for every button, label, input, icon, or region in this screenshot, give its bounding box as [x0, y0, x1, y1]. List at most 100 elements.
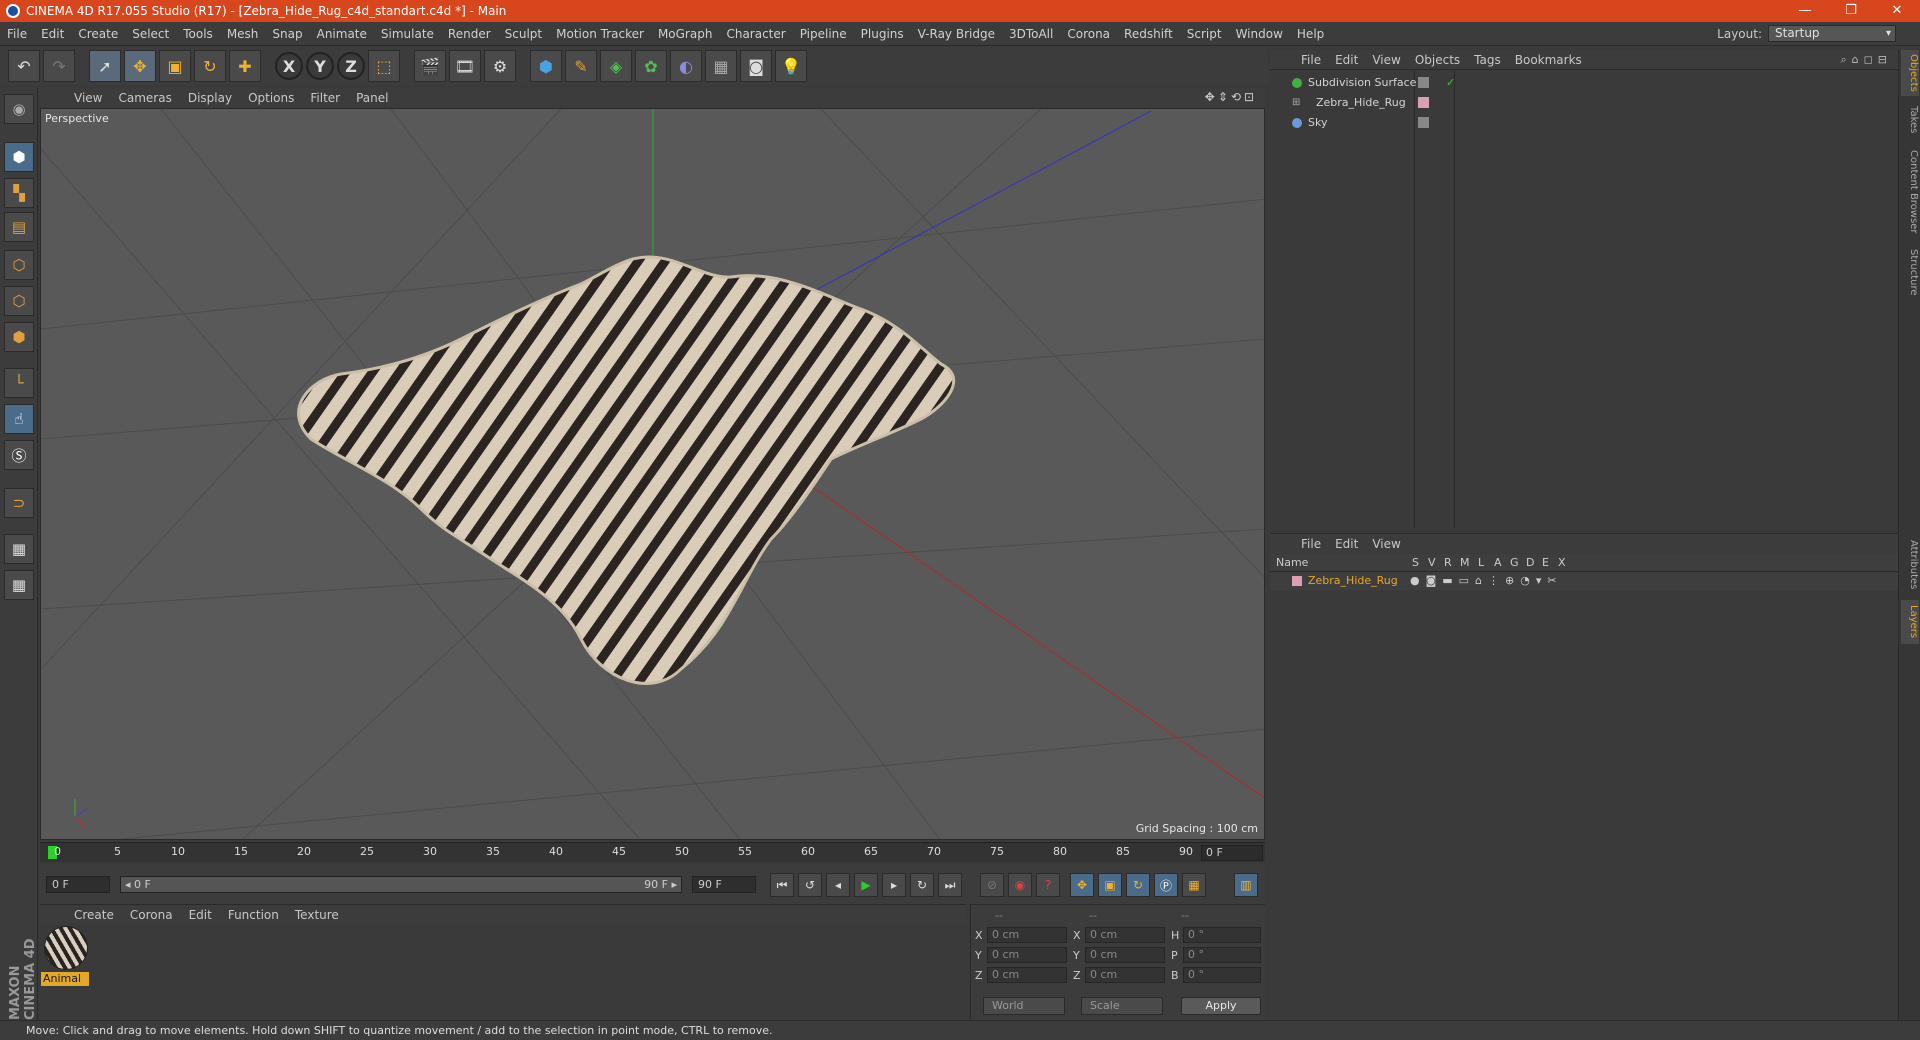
object-menu-tags[interactable]: Tags	[1467, 53, 1508, 67]
tab-structure[interactable]: Structure	[1901, 244, 1919, 300]
array-icon[interactable]: ✿	[635, 50, 667, 82]
object-menu-edit[interactable]: Edit	[1328, 53, 1365, 67]
keyframe-selection-icon[interactable]: ?	[1036, 873, 1060, 897]
menu-file[interactable]: File	[0, 27, 34, 41]
coordinate-space-dropdown[interactable]: World	[983, 997, 1065, 1015]
material-name[interactable]: Animal	[41, 972, 89, 986]
model-mode-icon[interactable]: ⬢	[4, 142, 34, 172]
menu-snap[interactable]: Snap	[265, 27, 309, 41]
points-mode-icon[interactable]: ⬡	[4, 250, 34, 280]
workplane-icon[interactable]: ▤	[4, 212, 34, 242]
key-rotation-icon[interactable]: ↻	[1126, 873, 1150, 897]
material-menu-function[interactable]: Function	[220, 908, 287, 922]
go-to-start-icon[interactable]: ⏮	[770, 873, 794, 897]
layer-color-swatch[interactable]	[1292, 576, 1302, 586]
menu-mesh[interactable]: Mesh	[220, 27, 266, 41]
layout-dropdown[interactable]: Startup	[1768, 25, 1896, 42]
edit-render-toggle-icon[interactable]	[1418, 117, 1429, 128]
menu-redshift[interactable]: Redshift	[1117, 27, 1180, 41]
material-menu-texture[interactable]: Texture	[287, 908, 347, 922]
make-editable-icon[interactable]: ◉	[4, 94, 34, 124]
previous-frame-icon[interactable]: ◂	[826, 873, 850, 897]
menu-help[interactable]: Help	[1290, 27, 1331, 41]
rotation-b-field[interactable]: 0 °	[1183, 967, 1261, 983]
size-mode-dropdown[interactable]: Scale	[1081, 997, 1163, 1015]
viewport-menu-display[interactable]: Display	[180, 91, 240, 105]
menu-animate[interactable]: Animate	[310, 27, 374, 41]
render-picture-viewer-icon[interactable]: 🎞	[449, 50, 481, 82]
layer-name[interactable]: Zebra_Hide_Rug	[1308, 574, 1398, 587]
menu-motion-tracker[interactable]: Motion Tracker	[549, 27, 651, 41]
camera-icon[interactable]: ◙	[740, 50, 772, 82]
position-z-field[interactable]: 0 cm	[987, 967, 1067, 983]
minimize-button[interactable]: —	[1782, 0, 1828, 22]
object-manager-tool-icons[interactable]: ⌕⌂◻⊟	[1841, 53, 1893, 67]
light-icon[interactable]: 💡	[775, 50, 807, 82]
coordinate-system-icon[interactable]: ⬚	[368, 50, 400, 82]
render-view-icon[interactable]: 🎬	[414, 50, 446, 82]
viewport-menu-options[interactable]: Options	[240, 91, 302, 105]
floor-icon[interactable]: ▦	[705, 50, 737, 82]
key-scale-icon[interactable]: ▣	[1098, 873, 1122, 897]
subdivision-icon[interactable]: ◈	[600, 50, 632, 82]
polygons-mode-icon[interactable]: ⬢	[4, 322, 34, 352]
next-frame-icon[interactable]: ▸	[882, 873, 906, 897]
object-row-sky[interactable]: Sky	[1270, 113, 1898, 133]
layer-menu-view[interactable]: View	[1365, 537, 1407, 551]
zebra-rug-model[interactable]	[297, 255, 956, 685]
material-preview[interactable]	[44, 926, 88, 970]
menu-tools[interactable]: Tools	[176, 27, 220, 41]
size-y-field[interactable]: 0 cm	[1085, 947, 1165, 963]
menu-script[interactable]: Script	[1180, 27, 1229, 41]
viewport-menu-cameras[interactable]: Cameras	[110, 91, 179, 105]
expand-icon[interactable]: ⊞	[1292, 93, 1300, 113]
rotation-p-field[interactable]: 0 °	[1183, 947, 1261, 963]
key-position-icon[interactable]: ✥	[1070, 873, 1094, 897]
previous-key-icon[interactable]: ↺	[798, 873, 822, 897]
object-menu-objects[interactable]: Objects	[1408, 53, 1467, 67]
record-keys-icon[interactable]: ⊘	[980, 873, 1004, 897]
cube-icon[interactable]: ⬢	[530, 50, 562, 82]
size-z-field[interactable]: 0 cm	[1085, 967, 1165, 983]
layer-toggle-icons[interactable]: ●◙▬▭⌂⋮⊕◔▾✂	[1410, 574, 1563, 587]
pen-icon[interactable]: ✎	[565, 50, 597, 82]
menu-3dtoall[interactable]: 3DToAll	[1002, 27, 1060, 41]
rotation-h-field[interactable]: 0 °	[1183, 927, 1261, 943]
deformer-icon[interactable]: ◐	[670, 50, 702, 82]
tab-content-browser[interactable]: Content Browser	[1901, 144, 1919, 240]
perspective-viewport[interactable]: Perspective Grid Spacing : 100 cm	[40, 108, 1265, 840]
layer-row-zebra-hide-rug[interactable]: Zebra_Hide_Rug ●◙▬▭⌂⋮⊕◔▾✂	[1270, 572, 1898, 590]
tab-objects[interactable]: Objects	[1901, 50, 1919, 96]
axis-mode-icon[interactable]: └	[4, 368, 34, 398]
live-selection-icon[interactable]: ➚	[89, 50, 121, 82]
z-axis-icon[interactable]: Z	[337, 52, 365, 80]
menu-corona[interactable]: Corona	[1060, 27, 1117, 41]
go-to-end-icon[interactable]: ⏭	[938, 873, 962, 897]
magnet-icon[interactable]: ⊃	[4, 488, 34, 518]
viewport-menu-filter[interactable]: Filter	[302, 91, 348, 105]
menu-pipeline[interactable]: Pipeline	[793, 27, 854, 41]
grid-snap-icon[interactable]: ▦	[4, 570, 34, 600]
object-row-subdivision-surface[interactable]: Subdivision Surface ✓	[1270, 73, 1898, 93]
menu-vray-bridge[interactable]: V-Ray Bridge	[911, 27, 1002, 41]
menu-edit[interactable]: Edit	[34, 27, 71, 41]
material-menu-create[interactable]: Create	[66, 908, 122, 922]
scale-icon[interactable]: ▣	[159, 50, 191, 82]
play-icon[interactable]: ▶	[854, 873, 878, 897]
menu-sculpt[interactable]: Sculpt	[498, 27, 549, 41]
edit-render-settings-icon[interactable]: ⚙	[484, 50, 516, 82]
material-menu-corona[interactable]: Corona	[122, 908, 181, 922]
menu-plugins[interactable]: Plugins	[854, 27, 911, 41]
frame-range-slider[interactable]: ◂ 0 F 90 F ▸	[120, 876, 682, 893]
object-menu-view[interactable]: View	[1365, 53, 1407, 67]
menu-select[interactable]: Select	[125, 27, 176, 41]
texture-mode-icon[interactable]: ▚	[4, 178, 34, 208]
next-key-icon[interactable]: ↻	[910, 873, 934, 897]
size-x-field[interactable]: 0 cm	[1085, 927, 1165, 943]
layer-menu-edit[interactable]: Edit	[1328, 537, 1365, 551]
position-y-field[interactable]: 0 cm	[987, 947, 1067, 963]
create-icon[interactable]: ✚	[229, 50, 261, 82]
move-icon[interactable]: ✥	[124, 50, 156, 82]
tab-attributes[interactable]: Attributes	[1901, 534, 1919, 596]
key-point-level-icon[interactable]: ▦	[1182, 873, 1206, 897]
